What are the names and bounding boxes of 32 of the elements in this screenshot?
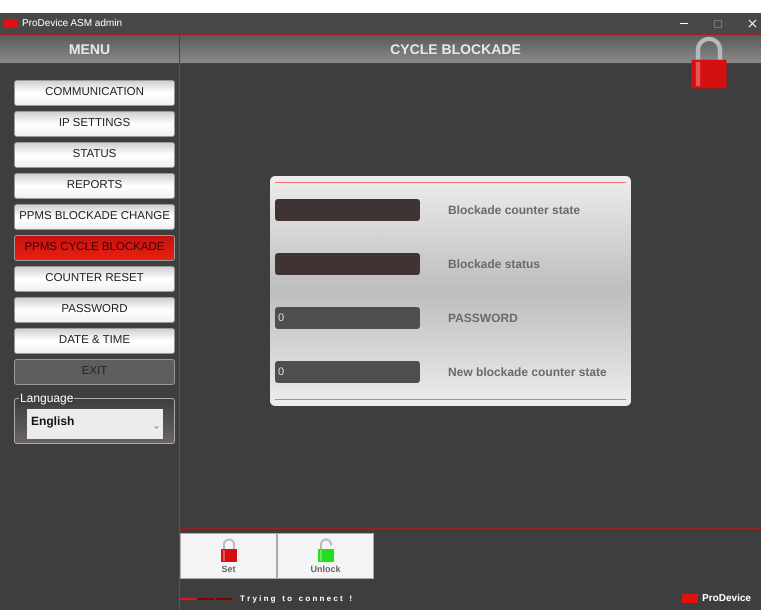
text-field[interactable]: 0	[275, 361, 420, 383]
menu-button[interactable]: DATE & TIME	[14, 328, 175, 354]
field-label: Blockade counter state	[448, 202, 580, 219]
action-button[interactable]: Set	[180, 533, 277, 579]
app-logo-icon	[4, 19, 18, 28]
brand-logo-icon	[682, 594, 698, 603]
menu-button[interactable]: IP SETTINGS	[14, 111, 175, 137]
menu-button[interactable]: COMMUNICATION	[14, 80, 175, 106]
language-select[interactable]: English	[27, 409, 163, 439]
window-title: ProDevice ASM admin	[22, 17, 122, 31]
field-label: New blockade counter state	[448, 364, 607, 381]
field-label: Blockade status	[448, 256, 540, 273]
menu-button[interactable]: COUNTER RESET	[14, 266, 175, 292]
brand-name: ProDevice	[702, 592, 751, 606]
menu-button[interactable]: PPMS BLOCKADE CHANGE	[14, 204, 175, 230]
language-label: Language	[19, 391, 74, 405]
close-icon[interactable]	[748, 19, 757, 28]
connection-indicator	[180, 598, 232, 600]
status-text: T r y i n g t o c o n n e c t !	[240, 592, 352, 604]
text-field[interactable]: 0	[275, 307, 420, 329]
menu-header: MENU	[0, 35, 180, 63]
padlock-icon	[316, 536, 336, 562]
maximize-icon[interactable]	[714, 20, 722, 28]
padlock-icon	[218, 536, 238, 562]
menu-button[interactable]: PASSWORD	[14, 297, 175, 323]
menu-button[interactable]: STATUS	[14, 142, 175, 168]
page-title: CYCLE BLOCKADE	[390, 40, 521, 58]
action-button[interactable]: Unlock	[277, 533, 374, 579]
menu-button[interactable]: REPORTS	[14, 173, 175, 199]
language-value: English	[31, 413, 76, 430]
field-label: PASSWORD	[448, 310, 518, 327]
chevron-down-icon	[154, 426, 159, 429]
